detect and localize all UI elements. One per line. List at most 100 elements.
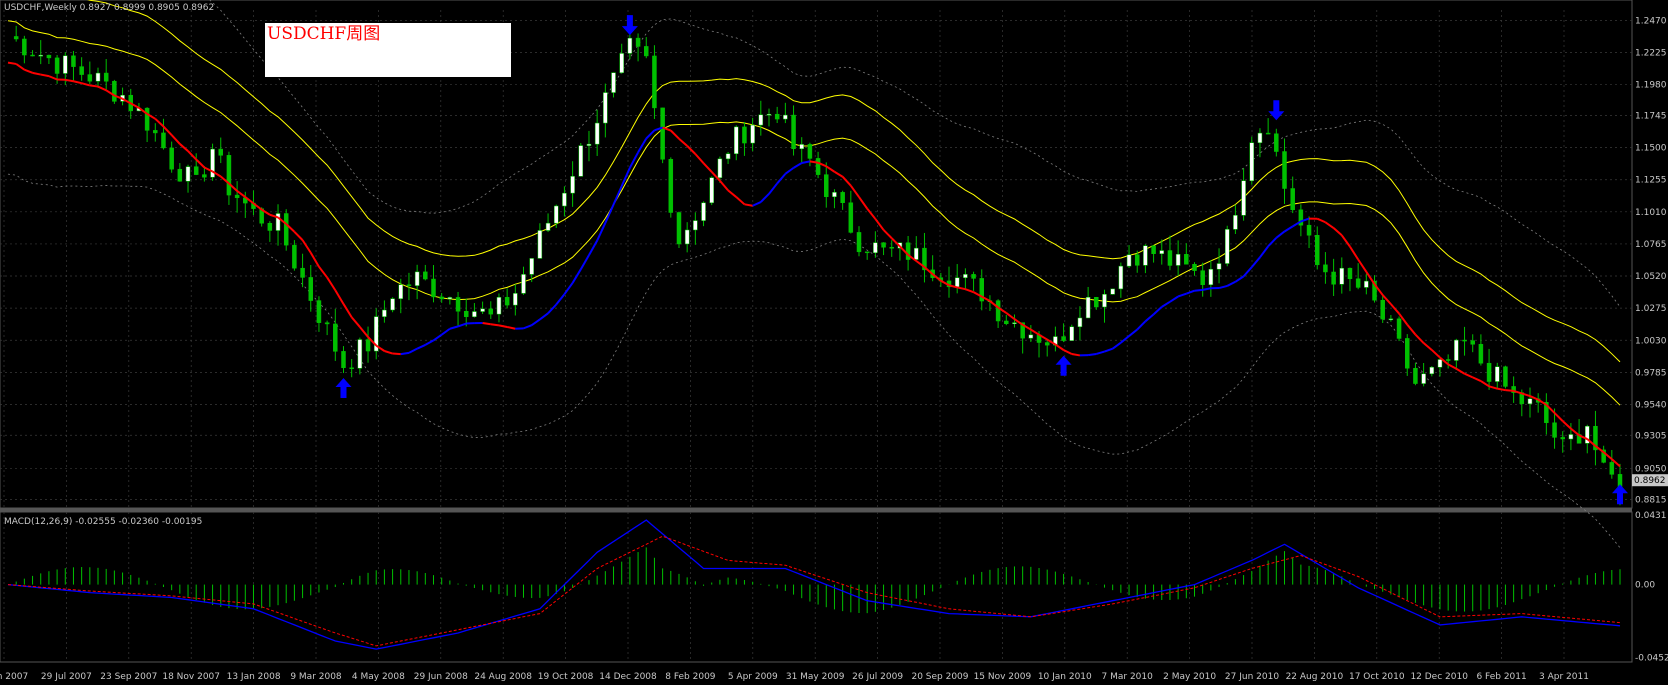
candle-body (431, 278, 436, 298)
candle-body (1241, 180, 1246, 216)
candle-body (1004, 320, 1009, 325)
x-tick-label: 15 Nov 2009 (974, 672, 1032, 682)
candle-body (1282, 151, 1287, 189)
arrow-up-icon (1612, 484, 1628, 505)
ma-segment (1071, 353, 1081, 357)
ma-segment (1054, 343, 1065, 351)
candle-body (341, 351, 346, 369)
ma-segment (73, 80, 82, 85)
ma-segment (1422, 342, 1433, 351)
candle-body (848, 202, 854, 233)
arrow-down-icon (621, 15, 638, 36)
ma-segment (1562, 420, 1572, 430)
candle-body (1421, 373, 1426, 384)
candle-body (1503, 366, 1508, 387)
chart-title: USDCHF,Weekly 0.8927 0.8999 0.8905 0.896… (4, 3, 214, 13)
ma-segment (89, 84, 99, 88)
ma-segment (342, 303, 353, 318)
ma-segment (956, 286, 966, 291)
candle-body (1429, 366, 1435, 375)
ma-segment (449, 325, 459, 330)
candle-body (1126, 254, 1132, 267)
candle-body (234, 194, 240, 199)
candle-body (971, 274, 976, 279)
candle-body (1445, 359, 1451, 361)
annotation-text: USDCHF周图 (267, 24, 381, 44)
ma-segment (400, 351, 410, 356)
ma-segment (965, 288, 974, 294)
candle-body (1233, 215, 1238, 230)
ma-segment (15, 63, 25, 71)
ma-segment (1505, 389, 1514, 392)
y-tick-label: 1.0520 (1635, 272, 1667, 282)
ma-segment (1316, 217, 1326, 224)
candle-body (791, 114, 796, 150)
ma-segment (801, 160, 811, 164)
candle-body (193, 166, 199, 175)
candle-body (611, 72, 616, 93)
ma-segment (1226, 280, 1236, 287)
candle-body (357, 339, 363, 369)
ma-segment (1120, 335, 1130, 344)
ma-segment (809, 160, 819, 164)
price-chart[interactable]: 1.2470 1.2225 1.1980 1.1745 1.1500 1.1255 1.10… (0, 0, 1668, 685)
x-tick-label: 31 May 2009 (786, 672, 845, 682)
candle-body (226, 155, 232, 196)
candle-body (660, 107, 665, 160)
candle-body (1167, 250, 1173, 266)
ma-segment (1390, 303, 1400, 315)
candle-body (292, 244, 297, 269)
ma-segment (531, 318, 541, 326)
lower-band (7, 173, 1621, 548)
candle-body (644, 46, 649, 57)
candle-body (1274, 133, 1279, 152)
candle-body (627, 37, 633, 54)
candle-body (177, 168, 183, 182)
ma-segment (670, 129, 680, 140)
candle-body (185, 166, 191, 182)
ma-segment (7, 61, 17, 65)
x-tick-label: 14 Dec 2008 (599, 672, 657, 682)
candle-body (1118, 265, 1124, 290)
y-tick-label: 1.0275 (1635, 304, 1667, 314)
ma-segment (1283, 225, 1294, 233)
candle-body (316, 300, 322, 323)
ma-segment (1414, 333, 1425, 344)
candle-body (840, 192, 845, 203)
candle-body (824, 174, 829, 197)
candle-body (1208, 268, 1214, 285)
candle-body (382, 309, 387, 317)
ma-segment (97, 85, 107, 92)
ma-segment (326, 276, 337, 291)
ma-segment (727, 189, 737, 198)
ma-segment (612, 185, 623, 205)
candle-body (1609, 462, 1615, 475)
candle-body (578, 145, 584, 177)
candle-body (1085, 296, 1091, 319)
candle-body (1552, 422, 1557, 438)
candle-body (537, 230, 543, 259)
ma-segment (195, 158, 206, 169)
ma-segment (301, 239, 312, 254)
candle-body (1339, 267, 1345, 285)
candle-body (758, 114, 764, 126)
candle-body (1306, 224, 1312, 236)
candle-body (423, 271, 428, 280)
ma-segment (588, 240, 599, 256)
x-tick-label: 26 Jul 2009 (852, 672, 903, 682)
ma-segment (571, 268, 582, 284)
envelope-upper (87, 0, 1621, 363)
candle-body (684, 229, 690, 245)
ma-segment (1324, 221, 1335, 229)
ma-segment (32, 71, 41, 76)
candle-body (1486, 362, 1492, 382)
ma-segment (48, 75, 58, 81)
candle-body (570, 176, 575, 194)
candle-body (963, 274, 968, 278)
ma-segment (874, 218, 885, 231)
ma-segment (866, 208, 877, 220)
candle-body (521, 274, 526, 294)
ma-segment (1194, 288, 1203, 292)
y-tick-label: 1.1010 (1635, 208, 1667, 218)
ma-segment (1185, 289, 1195, 295)
